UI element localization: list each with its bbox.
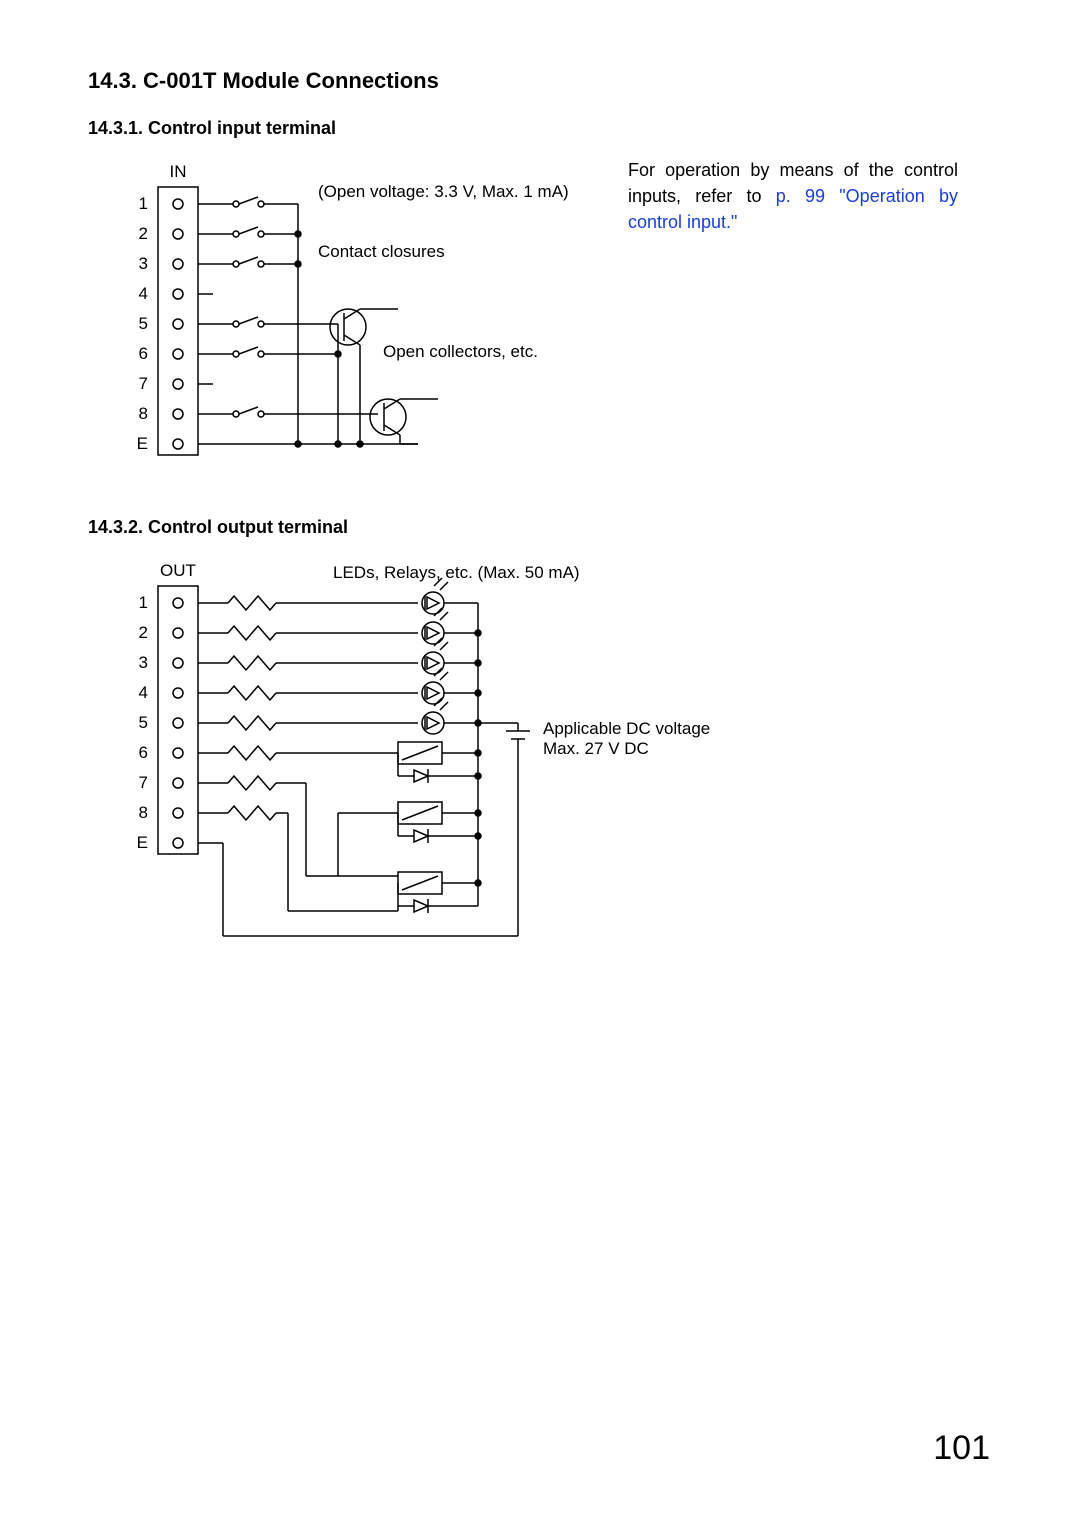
svg-text:1: 1: [139, 194, 148, 213]
svg-text:2: 2: [139, 623, 148, 642]
svg-text:5: 5: [139, 314, 148, 333]
svg-text:8: 8: [139, 404, 148, 423]
svg-text:1: 1: [139, 593, 148, 612]
svg-text:Applicable DC voltage: Applicable DC voltage: [543, 719, 710, 738]
svg-text:4: 4: [139, 284, 148, 303]
svg-text:LEDs, Relays, etc. (Max. 50 mA: LEDs, Relays, etc. (Max. 50 mA): [333, 563, 580, 582]
svg-text:3: 3: [139, 254, 148, 273]
subsection-2-title: 14.3.2. Control output terminal: [88, 517, 992, 538]
subsection-1-title: 14.3.1. Control input terminal: [88, 118, 992, 139]
svg-text:3: 3: [139, 653, 148, 672]
page-number: 101: [933, 1429, 990, 1468]
svg-text:Contact closures: Contact closures: [318, 242, 445, 261]
svg-text:5: 5: [139, 713, 148, 732]
svg-text:6: 6: [139, 743, 148, 762]
svg-text:(Open voltage: 3.3 V, Max. 1 m: (Open voltage: 3.3 V, Max. 1 mA): [318, 182, 569, 201]
svg-text:7: 7: [139, 773, 148, 792]
diagram-control-output: OUT 1 2 3 4 5 6 7 8 E LEDs, Relays, etc.…: [88, 556, 808, 966]
svg-text:E: E: [137, 434, 148, 453]
svg-text:E: E: [137, 833, 148, 852]
section-title: 14.3. C-001T Module Connections: [88, 68, 992, 94]
svg-text:IN: IN: [170, 162, 187, 181]
svg-text:8: 8: [139, 803, 148, 822]
svg-text:7: 7: [139, 374, 148, 393]
svg-text:Open collectors, etc.: Open collectors, etc.: [383, 342, 538, 361]
side-note: For operation by means of the control in…: [628, 157, 958, 235]
svg-text:Max. 27 V DC: Max. 27 V DC: [543, 739, 649, 758]
svg-text:4: 4: [139, 683, 148, 702]
svg-text:OUT: OUT: [160, 561, 196, 580]
svg-text:6: 6: [139, 344, 148, 363]
diagram-control-input: IN 1 2 3 4 5 6 7 8 E (Open voltage: 3.3 …: [88, 157, 588, 477]
svg-text:2: 2: [139, 224, 148, 243]
